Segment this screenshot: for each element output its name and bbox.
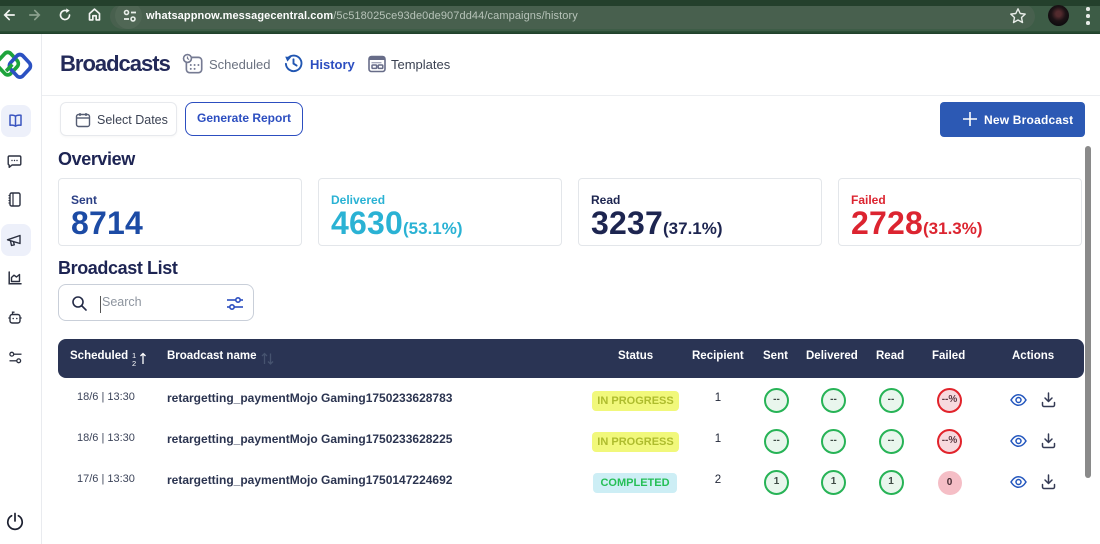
svg-text:2: 2 [132,359,136,367]
